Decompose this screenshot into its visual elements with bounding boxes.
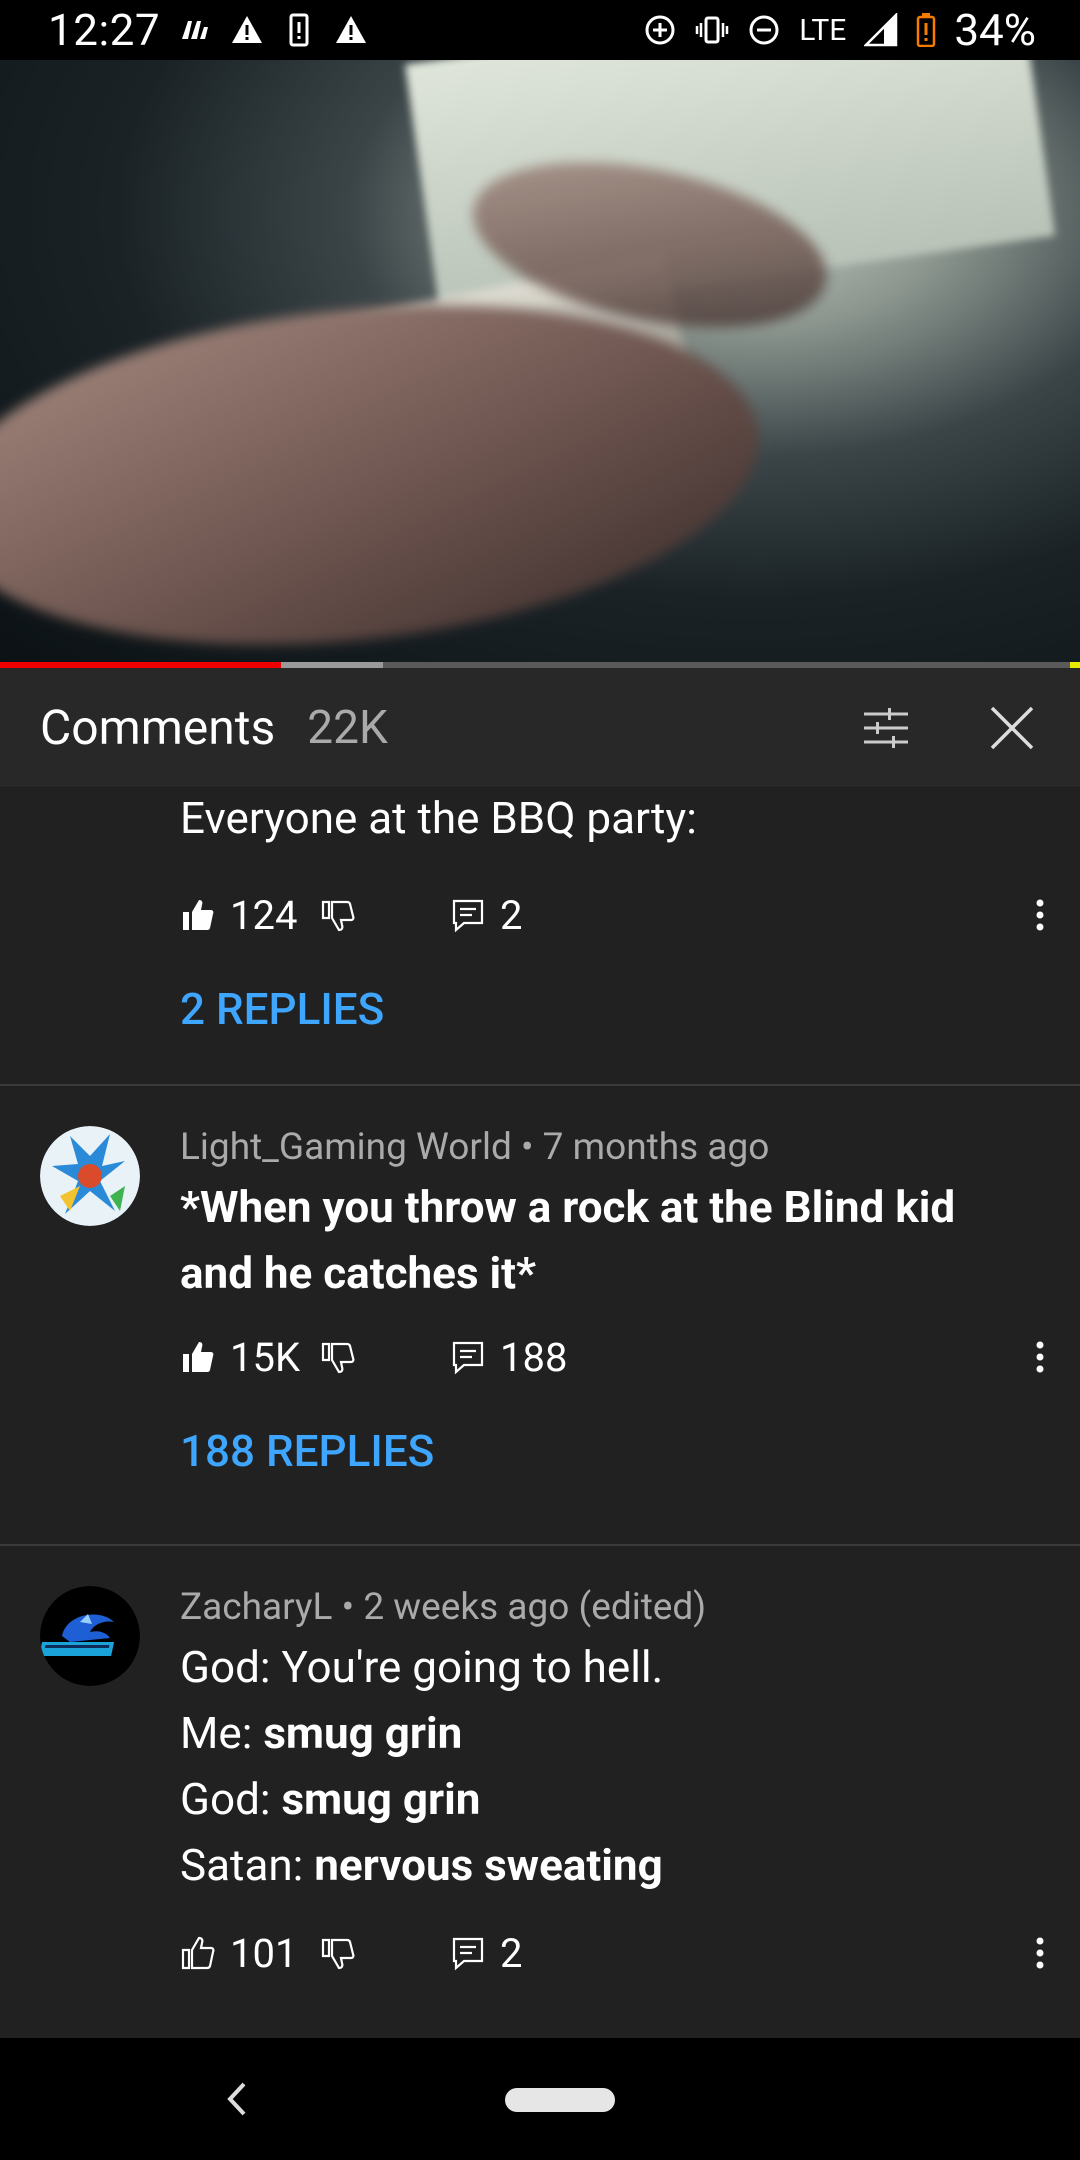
more-options-icon[interactable] [1030,1337,1050,1377]
home-pill[interactable] [505,2088,615,2112]
comment-item: Everyone at the BBQ party: 124 2 2 REPLI… [0,788,1080,1086]
data-saver-icon [643,13,677,47]
like-button[interactable]: 101 [180,1930,320,1977]
do-not-disturb-icon [747,13,781,47]
notification-app-icon [178,13,212,47]
dislike-button[interactable] [320,1935,450,1971]
warning-icon [230,13,264,47]
comment-text: *When you throw a rock at the Blind kid … [180,1174,1030,1306]
close-icon[interactable] [984,700,1040,756]
back-icon[interactable] [222,2078,252,2120]
comment-line: Me: smug grin [180,1700,1030,1766]
comment-list[interactable]: Everyone at the BBQ party: 124 2 2 REPLI… [0,788,1080,2038]
like-button[interactable]: 15K [180,1334,320,1381]
comment-item: ZacharyL • 2 weeks ago (edited) God: You… [0,1546,1080,1998]
comment-time: 7 months ago [542,1126,770,1169]
comment-line: Satan: nervous sweating [180,1832,1030,1898]
reply-count: 188 [500,1333,568,1381]
comments-count: 22K [307,700,388,755]
meta-separator: • [341,1586,364,1629]
avatar[interactable] [40,1586,140,1686]
comment-meta: Light_Gaming World • 7 months ago [180,1124,1030,1172]
status-time: 12:27 [48,4,161,56]
like-button[interactable]: 124 [180,892,320,939]
line-prefix: God: [180,1641,282,1693]
reply-count: 2 [500,1929,523,1977]
comment-meta: ZacharyL • 2 weeks ago (edited) [180,1584,1030,1632]
comment-text: Everyone at the BBQ party: [180,792,697,844]
line-prefix: Me: [180,1707,264,1759]
comments-header: Comments 22K [0,668,1080,788]
meta-separator: • [521,1126,543,1169]
comment-line: God: smug grin [180,1766,1030,1832]
line-bold: smug grin [263,1707,463,1759]
line-prefix: Satan: [180,1839,315,1891]
more-options-icon[interactable] [1030,895,1050,935]
filter-sort-icon[interactable] [858,700,914,756]
phone-alert-icon [282,13,316,47]
comment-line: God: You're going to hell. [180,1634,1030,1700]
avatar[interactable] [40,1126,140,1226]
reply-count: 2 [500,891,523,939]
view-replies-link[interactable]: 188 REPLIES [180,1402,1080,1512]
like-count: 15K [230,1333,301,1381]
comment-text: God: You're going to hell. Me: smug grin… [180,1634,1030,1898]
reply-button[interactable]: 188 [450,1334,570,1381]
dislike-button[interactable] [320,897,450,933]
comment-time: 2 weeks ago (edited) [363,1586,707,1629]
comment-author[interactable]: ZacharyL [180,1586,332,1629]
comment-text-content: *When you throw a rock at the Blind kid … [180,1181,956,1299]
like-count: 101 [230,1929,298,1977]
signal-icon [864,13,898,47]
warning-icon-2 [334,13,368,47]
comment-item: Light_Gaming World • 7 months ago *When … [0,1086,1080,1546]
line-plain: You're going to hell. [281,1641,664,1693]
line-bold: nervous sweating [314,1839,663,1891]
like-count: 124 [230,891,298,939]
reply-button[interactable]: 2 [450,892,570,939]
system-nav-bar [0,2038,1080,2160]
line-bold: smug grin [281,1773,481,1825]
more-options-icon[interactable] [1030,1933,1050,1973]
line-prefix: God: [180,1773,282,1825]
battery-percent: 34% [954,4,1036,56]
network-type: LTE [799,12,847,48]
status-bar: 12:27 LTE 34% [0,0,1080,60]
comment-author[interactable]: Light_Gaming World [180,1126,512,1169]
reply-button[interactable]: 2 [450,1930,570,1977]
comments-title: Comments [40,699,276,756]
dislike-button[interactable] [320,1339,450,1375]
vibrate-icon [695,13,729,47]
battery-low-icon [916,13,936,47]
view-replies-link[interactable]: 2 REPLIES [180,960,1080,1070]
video-player[interactable] [0,60,1080,668]
